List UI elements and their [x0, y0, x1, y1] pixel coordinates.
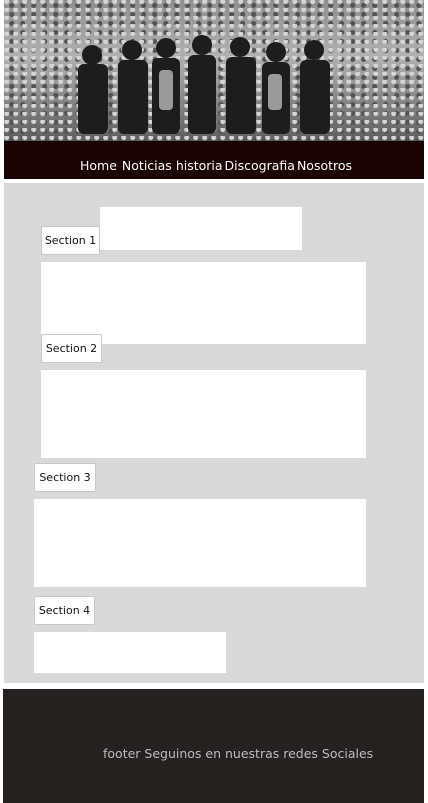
nav-link-historia[interactable]: historia — [176, 158, 223, 173]
section-2-label: Section 2 — [41, 334, 102, 363]
hero-banner — [4, 0, 424, 141]
section-1-label: Section 1 — [41, 226, 100, 255]
section-4-label: Section 4 — [34, 596, 95, 625]
section-4-content-box — [34, 632, 226, 673]
top-navigation: Home Noticias historia Discografia Nosot… — [4, 141, 424, 179]
nav-link-nosotros[interactable]: Nosotros — [297, 158, 352, 173]
section-1-content-box — [41, 262, 366, 344]
footer-text: footer Seguinos en nuestras redes Social… — [103, 746, 374, 761]
section-1-header-box — [100, 207, 302, 250]
page-footer: footer Seguinos en nuestras redes Social… — [3, 689, 424, 803]
section-3-label: Section 3 — [34, 463, 96, 492]
main-content: Section 1 Section 2 Section 3 Section 4 — [4, 183, 424, 683]
section-3-content-box — [34, 499, 366, 587]
concert-crowd-photo-icon — [4, 0, 424, 141]
nav-link-discografia[interactable]: Discografia — [225, 158, 295, 173]
nav-link-noticias[interactable]: Noticias — [122, 158, 172, 173]
section-2-content-box — [41, 370, 366, 458]
nav-link-home[interactable]: Home — [80, 158, 117, 173]
nav-links: Home Noticias historia Discografia Nosot… — [80, 158, 352, 173]
